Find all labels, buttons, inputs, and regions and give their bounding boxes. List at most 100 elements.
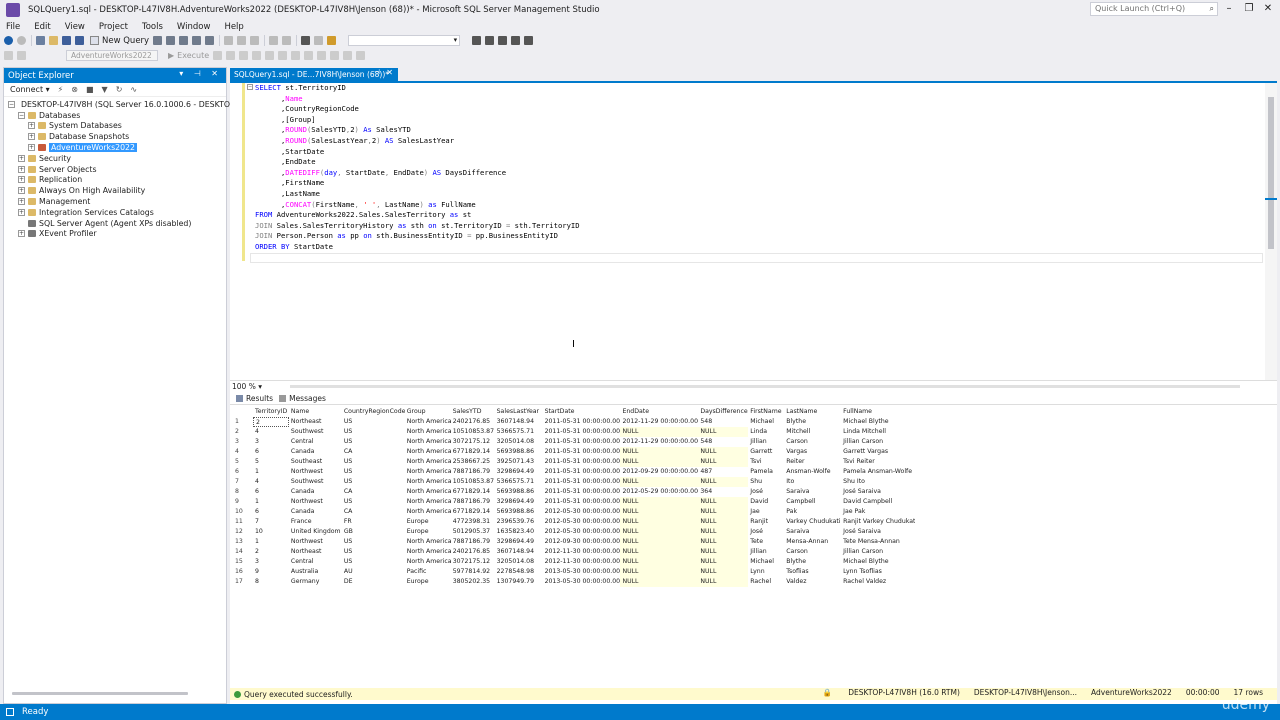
- table-cell[interactable]: NULL: [698, 527, 749, 537]
- table-row[interactable]: 4 6 Canada CA North America 6771829.14 5693988…: [233, 447, 915, 457]
- table-cell[interactable]: 5366575.71: [495, 477, 543, 487]
- table-cell[interactable]: 10510853.87: [451, 427, 495, 437]
- table-cell[interactable]: Michael: [748, 417, 784, 427]
- table-cell[interactable]: NULL: [620, 447, 699, 457]
- table-cell[interactable]: North America: [405, 487, 451, 497]
- table-cell[interactable]: 4: [253, 427, 289, 437]
- database-engine-query-icon[interactable]: [153, 36, 163, 45]
- table-cell[interactable]: 2012-09-29 00:00:00.000: [620, 467, 698, 477]
- table-cell[interactable]: 3298694.49: [495, 497, 543, 507]
- table-cell[interactable]: NULL: [620, 527, 699, 537]
- table-cell[interactable]: 2012-05-30 00:00:00.000: [543, 517, 621, 527]
- table-cell[interactable]: Michael: [748, 557, 784, 567]
- table-cell[interactable]: 6: [253, 487, 289, 497]
- cut-icon[interactable]: [224, 36, 234, 45]
- table-cell[interactable]: US: [342, 457, 405, 467]
- minimize-icon[interactable]: –: [1220, 3, 1238, 17]
- table-cell[interactable]: NULL: [698, 557, 749, 567]
- table-cell[interactable]: Varkey Chudukatil: [784, 517, 841, 527]
- table-cell[interactable]: 3: [253, 437, 289, 447]
- table-cell[interactable]: Rachel Valdez: [841, 577, 915, 587]
- table-cell[interactable]: NULL: [698, 517, 749, 527]
- table-cell[interactable]: 3607148.94: [495, 547, 543, 557]
- increase-indent-icon[interactable]: [356, 51, 366, 60]
- table-cell[interactable]: North America: [405, 427, 451, 437]
- panel-window-controls[interactable]: ▾ ⊣ ✕: [179, 69, 222, 78]
- tree-node-integration-services[interactable]: + Integration Services Catalogs: [4, 207, 226, 218]
- table-cell[interactable]: 2012-05-30 00:00:00.000: [543, 507, 621, 517]
- quick-launch-input[interactable]: Quick Launch (Ctrl+Q) ⌕: [1090, 2, 1218, 16]
- table-row[interactable]: 13 1 Northwest US North America 7887186.79 329…: [233, 537, 915, 547]
- table-cell[interactable]: 2011-05-31 00:00:00.000: [543, 497, 621, 507]
- table-cell[interactable]: 2: [253, 547, 289, 557]
- table-cell[interactable]: Jillian: [748, 437, 784, 447]
- table-cell[interactable]: CA: [342, 507, 405, 517]
- table-cell[interactable]: 6: [253, 507, 289, 517]
- table-cell[interactable]: NULL: [698, 577, 749, 587]
- table-cell[interactable]: 7887186.79: [451, 467, 495, 477]
- table-cell[interactable]: 3298694.49: [495, 467, 543, 477]
- table-cell[interactable]: North America: [405, 467, 451, 477]
- table-cell[interactable]: 1: [253, 537, 289, 547]
- table-cell[interactable]: AU: [342, 567, 405, 577]
- menu-edit[interactable]: Edit: [34, 22, 50, 32]
- table-cell[interactable]: 5693988.86: [495, 507, 543, 517]
- table-cell[interactable]: 5366575.71: [495, 427, 543, 437]
- table-cell[interactable]: 2011-05-31 00:00:00.000: [543, 427, 621, 437]
- new-query-button[interactable]: New Query: [90, 36, 149, 46]
- refresh-icon[interactable]: ↻: [116, 85, 123, 94]
- column-header[interactable]: StartDate: [542, 407, 621, 417]
- table-cell[interactable]: 6771829.14: [451, 447, 495, 457]
- menu-view[interactable]: View: [65, 22, 85, 32]
- table-cell[interactable]: CA: [342, 447, 405, 457]
- activity-monitor-icon[interactable]: [301, 36, 311, 45]
- table-cell[interactable]: 2013-05-30 00:00:00.000: [543, 577, 621, 587]
- tree-node-management[interactable]: + Management: [4, 196, 226, 207]
- table-cell[interactable]: Ranjit: [748, 517, 784, 527]
- tree-node-always-on[interactable]: + Always On High Availability: [4, 185, 226, 196]
- expand-icon[interactable]: +: [18, 198, 25, 206]
- table-cell[interactable]: US: [342, 417, 405, 427]
- table-cell[interactable]: North America: [405, 507, 451, 517]
- editor-vertical-scrollbar[interactable]: [1265, 83, 1277, 380]
- column-header[interactable]: [233, 407, 253, 417]
- close-tab-icon[interactable]: ✕: [386, 68, 393, 77]
- menu-help[interactable]: Help: [224, 22, 243, 32]
- table-cell[interactable]: 2538667.25: [451, 457, 495, 467]
- table-cell[interactable]: David: [748, 497, 784, 507]
- uncomment-icon[interactable]: [330, 51, 340, 60]
- parse-icon[interactable]: [226, 51, 236, 60]
- table-cell[interactable]: NULL: [698, 507, 749, 517]
- disconnect-icon[interactable]: ⊗: [71, 85, 78, 94]
- table-cell[interactable]: NULL: [620, 427, 699, 437]
- table-cell[interactable]: Canada: [289, 447, 342, 457]
- find-combo[interactable]: ▾: [348, 35, 461, 46]
- table-cell[interactable]: Tete Mensa-Annan: [841, 537, 915, 547]
- table-cell[interactable]: Europe: [405, 577, 451, 587]
- tree-node-adventureworks2022[interactable]: + AdventureWorks2022: [4, 142, 226, 153]
- new-project-icon[interactable]: [36, 36, 45, 45]
- table-cell[interactable]: US: [342, 427, 405, 437]
- table-cell[interactable]: US: [342, 497, 405, 507]
- table-cell[interactable]: Blythe: [784, 417, 841, 427]
- table-row[interactable]: 17 8 Germany DE Europe 3805202.35 1307949.79 20…: [233, 577, 915, 587]
- expand-icon[interactable]: +: [18, 208, 25, 216]
- table-row[interactable]: 7 4 Southwest US North America 10510853.87 536…: [233, 477, 915, 487]
- table-cell[interactable]: NULL: [620, 547, 699, 557]
- table-cell[interactable]: 7887186.79: [451, 497, 495, 507]
- table-cell[interactable]: 2012-05-30 00:00:00.000: [543, 527, 621, 537]
- table-cell[interactable]: Europe: [405, 517, 451, 527]
- table-cell[interactable]: North America: [405, 437, 451, 447]
- search-icon[interactable]: ⌕: [1210, 4, 1214, 14]
- back-icon[interactable]: [4, 36, 13, 45]
- table-cell[interactable]: Garrett Vargas: [841, 447, 915, 457]
- table-cell[interactable]: 3072175.12: [451, 557, 495, 567]
- column-header[interactable]: Name: [288, 407, 342, 417]
- table-cell[interactable]: 6: [253, 447, 289, 457]
- table-cell[interactable]: 2011-05-31 00:00:00.000: [543, 457, 621, 467]
- table-cell[interactable]: Lynn: [748, 567, 784, 577]
- table-cell[interactable]: 10510853.87: [451, 477, 495, 487]
- table-cell[interactable]: Pamela: [748, 467, 784, 477]
- tab-sqlquery1[interactable]: SQLQuery1.sql - DE...7IV8H\Jenson (68))*…: [230, 68, 398, 81]
- table-cell[interactable]: Mitchell: [784, 427, 841, 437]
